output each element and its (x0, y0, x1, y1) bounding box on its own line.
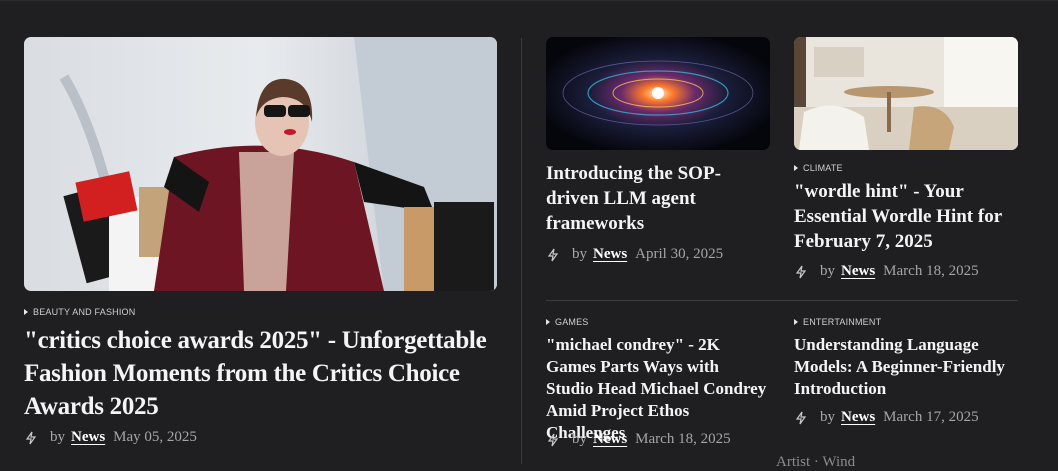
article-meta: by News April 30, 2025 (546, 246, 723, 263)
article-meta: by News March 18, 2025 (546, 431, 731, 448)
article-title[interactable]: "wordle hint" - Your Essential Wordle Hi… (794, 179, 1016, 254)
article-title[interactable]: Understanding Language Models: A Beginne… (794, 334, 1016, 400)
top-border (0, 0, 1058, 1)
author-link[interactable]: News (593, 431, 627, 448)
article-meta: by News May 05, 2025 (24, 429, 197, 446)
lightning-icon (547, 433, 559, 446)
article-title[interactable]: "michael condrey" - 2K Games Parts Ways … (546, 334, 768, 444)
article-image[interactable] (546, 37, 770, 150)
lightning-icon (547, 248, 559, 261)
lightning-icon (795, 265, 807, 278)
caret-right-icon (546, 319, 550, 325)
featured-title[interactable]: "critics choice awards 2025" - Unforgett… (24, 324, 494, 423)
author-link[interactable]: News (593, 246, 627, 263)
category-label[interactable]: CLIMATE (794, 163, 843, 173)
caret-right-icon (24, 309, 28, 315)
article-meta: by News March 18, 2025 (794, 263, 979, 280)
category-label[interactable]: BEAUTY AND FASHION (24, 307, 135, 317)
article-title[interactable]: Introducing the SOP-driven LLM agent fra… (546, 161, 761, 236)
publish-date: March 18, 2025 (883, 263, 979, 279)
by-label: by (820, 409, 835, 425)
row-divider (546, 300, 1018, 301)
cutoff-article-title[interactable]: Artist · Wind (776, 454, 855, 471)
by-label: by (50, 429, 65, 445)
publish-date: April 30, 2025 (635, 246, 724, 262)
column-divider (521, 38, 522, 464)
publish-date: March 17, 2025 (883, 409, 979, 425)
lightning-icon (795, 411, 807, 424)
category-label[interactable]: GAMES (546, 317, 589, 327)
author-link[interactable]: News (841, 263, 875, 280)
by-label: by (572, 431, 587, 447)
by-label: by (820, 263, 835, 279)
featured-image[interactable] (24, 37, 497, 291)
lightning-icon (25, 431, 37, 444)
article-meta: by News March 17, 2025 (794, 409, 979, 426)
category-label[interactable]: ENTERTAINMENT (794, 317, 881, 327)
caret-right-icon (794, 319, 798, 325)
author-link[interactable]: News (841, 409, 875, 426)
caret-right-icon (794, 165, 798, 171)
publish-date: March 18, 2025 (635, 431, 731, 447)
author-link[interactable]: News (71, 429, 105, 446)
by-label: by (572, 246, 587, 262)
article-image[interactable] (794, 37, 1018, 150)
publish-date: May 05, 2025 (113, 429, 197, 445)
